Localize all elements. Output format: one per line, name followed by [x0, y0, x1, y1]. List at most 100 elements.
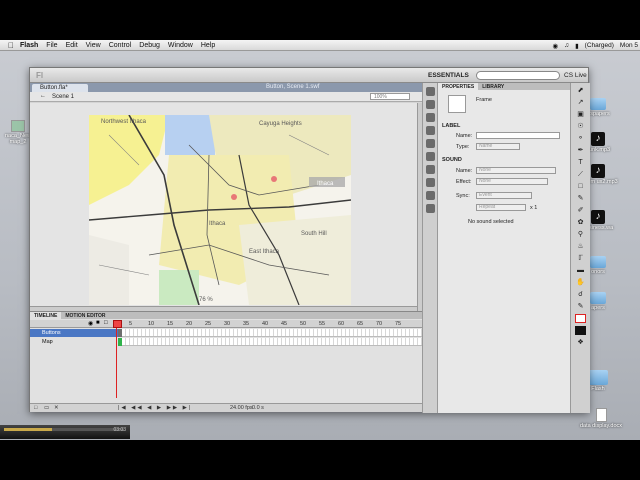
outline-icon[interactable]: □ [104, 320, 108, 326]
wifi-icon[interactable]: ◉ [553, 42, 559, 50]
stage[interactable]: Northwest Ithaca Cayuga Heights Ithaca E… [30, 103, 422, 311]
color-icon[interactable] [425, 87, 435, 96]
frame-name-input[interactable] [476, 132, 560, 139]
tab-library[interactable]: LIBRARY [478, 83, 508, 90]
library-icon[interactable] [425, 204, 435, 213]
sync-select[interactable]: Event [476, 192, 532, 199]
subselection-tool-icon[interactable]: ↗ [575, 98, 586, 107]
tab-motion-editor[interactable]: MOTION EDITOR [61, 312, 109, 319]
menu-view[interactable]: View [86, 42, 101, 49]
layer-buttons-frames[interactable] [118, 329, 422, 337]
sound-section[interactable]: SOUND [442, 157, 462, 163]
paint-bucket-tool-icon[interactable]: ♨ [575, 242, 586, 251]
repeat-count[interactable]: x 1 [530, 205, 537, 211]
tab-timeline[interactable]: TIMELINE [30, 312, 62, 319]
sound-name-select[interactable]: None [476, 167, 556, 174]
cs-live-button[interactable]: CS Live [564, 72, 587, 79]
layer-map[interactable]: Map [30, 338, 118, 346]
bone-tool-icon[interactable]: ⚲ [575, 230, 586, 239]
battery-icon[interactable]: ▮ [575, 42, 579, 50]
new-folder-icon[interactable]: ▭ [44, 405, 49, 411]
pen-tool-icon[interactable]: ✒ [575, 146, 586, 155]
type-label: Type: [456, 144, 470, 150]
clock[interactable]: Mon 5 [620, 42, 638, 49]
menu-flash[interactable]: Flash [20, 42, 38, 49]
menu-help[interactable]: Help [201, 42, 215, 49]
keyframe[interactable] [118, 338, 122, 346]
frame-ruler[interactable]: ◉ ■ □ 5 10 15 20 25 30 35 40 45 50 55 60… [30, 320, 422, 328]
label-section[interactable]: LABEL [442, 123, 460, 129]
3d-rotation-tool-icon[interactable]: ☉ [575, 122, 586, 131]
snap-icon[interactable]: ❖ [575, 338, 586, 347]
map-image[interactable]: Northwest Ithaca Cayuga Heights Ithaca E… [89, 115, 351, 305]
layer-map-frames[interactable] [118, 338, 422, 346]
doc-tab-button-fla[interactable]: Button.fla* [32, 84, 88, 92]
swap-colors-icon[interactable] [575, 326, 586, 335]
info-icon[interactable] [425, 126, 435, 135]
help-search-input[interactable] [476, 71, 560, 80]
menu-edit[interactable]: Edit [66, 42, 78, 49]
lasso-tool-icon[interactable]: ⚬ [575, 134, 586, 143]
frame-number: 5 [129, 321, 133, 327]
text-tool-icon[interactable]: T [575, 158, 586, 167]
menu-control[interactable]: Control [109, 42, 132, 49]
transform-icon[interactable] [425, 139, 435, 148]
desktop-icon-label: onors [591, 269, 605, 275]
align-icon[interactable] [425, 113, 435, 122]
flash-logo: Fl [36, 71, 44, 80]
flash-window: Fl ESSENTIALS CS Live Button.fla* Button… [29, 67, 590, 413]
swatches-icon[interactable] [425, 100, 435, 109]
menu-debug[interactable]: Debug [139, 42, 160, 49]
playhead[interactable] [113, 320, 122, 398]
eyedropper-tool-icon[interactable]: ℾ [575, 254, 586, 263]
battery-status: (Charged) [584, 42, 614, 49]
code-snippets-icon[interactable] [425, 165, 435, 174]
layer-name: Buttons [42, 330, 61, 336]
workspace-switcher[interactable]: ESSENTIALS [428, 72, 469, 79]
pencil-tool-icon[interactable]: ✎ [575, 194, 586, 203]
keyframe[interactable] [118, 329, 122, 337]
frame-number: 55 [319, 321, 326, 327]
scene-label[interactable]: Scene 1 [52, 94, 74, 100]
eraser-tool-icon[interactable]: ▬ [575, 266, 586, 275]
zoom-tool-icon[interactable]: ☌ [575, 290, 586, 299]
layer-buttons[interactable]: Buttons [30, 329, 118, 337]
brush-tool-icon[interactable]: ✐ [575, 206, 586, 215]
selection-tool-icon[interactable]: ⬈ [575, 86, 586, 95]
apple-icon[interactable]:  [8, 41, 14, 50]
properties-tabs: PROPERTIES LIBRARY [438, 83, 570, 90]
label-type-select[interactable]: Name [476, 143, 520, 150]
effect-label: Effect: [456, 179, 472, 185]
free-transform-tool-icon[interactable]: ▣ [575, 110, 586, 119]
zoom-select[interactable]: 100% [370, 93, 410, 100]
eye-icon[interactable]: ◉ [88, 320, 93, 327]
fill-color-icon[interactable] [575, 314, 586, 323]
tab-properties[interactable]: PROPERTIES [438, 83, 479, 90]
menu-file[interactable]: File [46, 42, 57, 49]
delete-layer-icon[interactable]: ✕ [54, 405, 59, 411]
deco-tool-icon[interactable]: ✿ [575, 218, 586, 227]
effect-select[interactable]: None [476, 178, 548, 185]
document-tabs: Button.fla* Button, Scene 1.swf [30, 83, 422, 92]
video-progress-bar[interactable]: 03:03 [0, 425, 130, 439]
motion-presets-icon[interactable] [425, 178, 435, 187]
stroke-color-icon[interactable]: ✎ [575, 302, 586, 311]
new-layer-icon[interactable]: □ [34, 405, 37, 411]
back-arrow-icon[interactable]: ← [40, 93, 46, 99]
lock-icon[interactable]: ■ [96, 320, 100, 326]
rectangle-tool-icon[interactable]: □ [575, 182, 586, 191]
components-icon[interactable] [425, 152, 435, 161]
frame-rate[interactable]: 24.00 fps [230, 405, 253, 411]
history-icon[interactable] [425, 191, 435, 200]
desktop-icon-label: data display.docx [579, 423, 623, 429]
volume-icon[interactable]: ♫ [564, 42, 569, 49]
menu-window[interactable]: Window [168, 42, 193, 49]
playback-controls[interactable]: |◀ ◀◀ ◀ ▶ ▶▶ ▶| [118, 405, 192, 411]
desktop-icon-label: apers [591, 305, 605, 311]
timeline-tabs: TIMELINE MOTION EDITOR [30, 312, 422, 319]
line-tool-icon[interactable]: ⟋ [575, 170, 586, 179]
hand-tool-icon[interactable]: ✋ [575, 278, 586, 287]
frame-number: 45 [281, 321, 288, 327]
video-progress-track[interactable] [4, 428, 124, 431]
repeat-select[interactable]: Repeat [476, 204, 526, 211]
